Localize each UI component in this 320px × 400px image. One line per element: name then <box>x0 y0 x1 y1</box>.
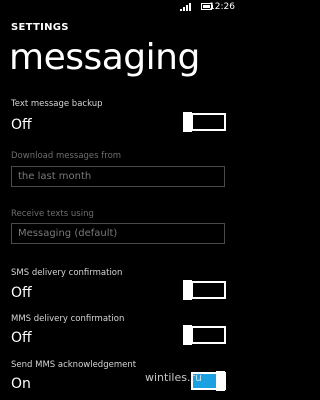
toggle-track <box>191 326 226 344</box>
clock: 12:26 <box>209 2 235 12</box>
mms-confirm-toggle[interactable] <box>183 325 226 345</box>
backup-toggle[interactable] <box>183 112 226 132</box>
toggle-thumb <box>183 325 192 345</box>
toggle-thumb <box>183 112 192 132</box>
mms-ack-label: Send MMS acknowledgement <box>11 360 137 370</box>
app-title: SETTINGS <box>11 22 69 33</box>
status-bar: 12:26 <box>0 0 240 14</box>
signal-icon <box>180 3 191 11</box>
toggle-thumb <box>183 280 192 300</box>
backup-label: Text message backup <box>11 99 103 109</box>
sms-confirm-state: Off <box>11 285 32 301</box>
backup-state: Off <box>11 117 32 133</box>
mms-confirm-label: MMS delivery confirmation <box>11 314 125 324</box>
mms-ack-state: On <box>11 376 31 392</box>
toggle-track <box>191 281 226 299</box>
mms-confirm-state: Off <box>11 330 32 346</box>
toggle-track <box>191 113 226 131</box>
toggle-thumb <box>216 371 225 391</box>
download-label: Download messages from <box>11 151 122 161</box>
receive-picker[interactable]: Messaging (default) <box>11 223 225 244</box>
sms-confirm-label: SMS delivery confirmation <box>11 268 123 278</box>
sms-confirm-toggle[interactable] <box>183 280 226 300</box>
page-title: messaging <box>9 37 200 78</box>
receive-label: Receive texts using <box>11 209 94 219</box>
download-picker[interactable]: the last month <box>11 166 225 187</box>
mms-ack-toggle[interactable] <box>183 371 226 391</box>
